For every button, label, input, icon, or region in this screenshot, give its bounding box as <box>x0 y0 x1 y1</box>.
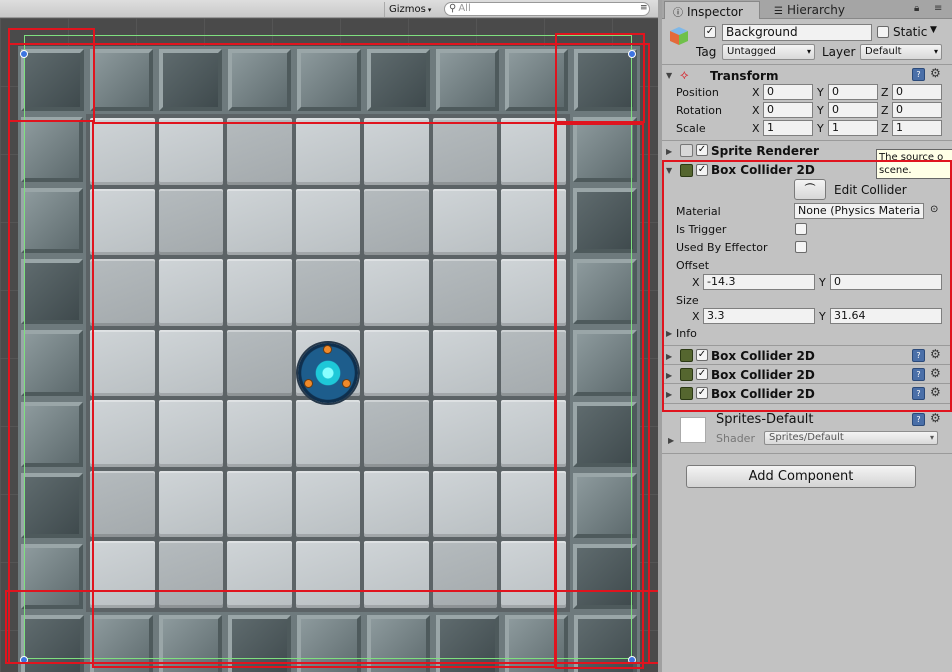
axis-z-label: Z <box>881 122 889 135</box>
static-checkbox[interactable] <box>877 26 889 38</box>
rotation-z-field[interactable]: 0 <box>892 102 942 118</box>
sprite-renderer-checkbox[interactable]: ✓ <box>696 144 708 156</box>
axis-y-label: Y <box>817 86 824 99</box>
dropdown-arrow-icon: ▾ <box>806 47 811 56</box>
shader-label: Shader <box>716 432 755 445</box>
position-z-field[interactable]: 0 <box>892 84 942 100</box>
shader-value: Sprites/Default <box>769 432 844 443</box>
shader-dropdown[interactable]: Sprites/Default ▾ <box>764 431 938 445</box>
fold-arrow-icon[interactable]: ▶ <box>666 147 672 156</box>
divider <box>662 140 952 141</box>
scale-z-field[interactable]: 1 <box>892 120 942 136</box>
tab-bar: ⓘ Inspector ☰ Hierarchy 🔒︎ ≡ <box>662 0 952 19</box>
scale-label: Scale <box>676 122 706 135</box>
gear-icon[interactable]: ⚙ <box>930 411 941 425</box>
divider <box>662 453 952 454</box>
rotation-x-field[interactable]: 0 <box>763 102 813 118</box>
annotation-top-right-rect <box>555 33 645 123</box>
axis-z-label: Z <box>881 104 889 117</box>
axis-y-label: Y <box>817 122 824 135</box>
search-icon: ⚲ <box>449 3 457 14</box>
scene-search-input[interactable]: ⚲ All <box>444 2 650 16</box>
material-preview <box>680 417 706 443</box>
sprite-renderer-title: Sprite Renderer <box>711 144 819 158</box>
position-x-field[interactable]: 0 <box>763 84 813 100</box>
annotation-top-left-rect <box>8 28 95 122</box>
help-icon[interactable]: ? <box>912 413 925 426</box>
panel-menu-icon[interactable]: ≡ <box>640 3 648 13</box>
annotation-bottom-rect <box>5 590 658 664</box>
axis-x-label: X <box>752 86 760 99</box>
dropdown-arrow-icon: ▾ <box>929 433 934 442</box>
axis-x-label: X <box>752 122 760 135</box>
rotation-label: Rotation <box>676 104 723 117</box>
layer-dropdown[interactable]: Default ▾ <box>860 44 942 60</box>
tag-dropdown[interactable]: Untagged ▾ <box>722 44 815 60</box>
add-component-button[interactable]: Add Component <box>686 465 916 488</box>
annotation-inner-rect <box>92 122 556 668</box>
dropdown-arrow-icon: ▾ <box>933 47 938 56</box>
layer-value: Default <box>865 46 902 57</box>
annotation-right-rect <box>555 123 644 669</box>
gameobject-cube-icon <box>670 27 688 45</box>
layer-label: Layer <box>822 45 856 59</box>
axis-z-label: Z <box>881 86 889 99</box>
hierarchy-icon: ☰ <box>774 6 783 17</box>
scene-toolbar: Gizmos ▾ ⚲ All ≡ <box>0 0 658 18</box>
tab-label: Inspector <box>687 5 743 19</box>
divider <box>662 64 952 65</box>
rotation-y-field[interactable]: 0 <box>828 102 878 118</box>
tab-inspector[interactable]: ⓘ Inspector <box>664 1 760 19</box>
active-checkbox[interactable]: ✓ <box>704 26 716 38</box>
search-placeholder: All <box>458 3 471 14</box>
dropdown-arrow-icon: ▾ <box>427 6 432 14</box>
help-icon[interactable]: ? <box>912 68 925 81</box>
axis-x-label: X <box>752 104 760 117</box>
gizmos-dropdown[interactable]: Gizmos ▾ <box>384 2 435 17</box>
transform-icon: ⟡ <box>680 68 689 83</box>
gear-icon[interactable]: ⚙ <box>930 66 941 80</box>
material-name: Sprites-Default <box>716 412 814 427</box>
position-label: Position <box>676 86 719 99</box>
static-label: Static <box>893 25 928 39</box>
transform-title: Transform <box>710 69 779 83</box>
inspector-panel: ⓘ Inspector ☰ Hierarchy 🔒︎ ≡ ✓ Background … <box>662 0 952 672</box>
scene-view[interactable]: Gizmos ▾ ⚲ All ≡ <box>0 0 658 672</box>
position-y-field[interactable]: 0 <box>828 84 878 100</box>
info-icon: ⓘ <box>673 8 683 19</box>
fold-arrow-icon[interactable]: ▶ <box>668 436 674 445</box>
lock-icon[interactable]: 🔒︎ <box>914 3 919 14</box>
gizmos-label: Gizmos <box>389 4 426 15</box>
panel-menu-icon[interactable]: ≡ <box>934 3 942 14</box>
static-dropdown-icon[interactable]: ▼ <box>930 25 937 35</box>
tag-label: Tag <box>696 45 717 59</box>
scale-y-field[interactable]: 1 <box>828 120 878 136</box>
sprite-renderer-icon <box>680 144 693 157</box>
object-name-field[interactable]: Background <box>722 24 872 41</box>
tag-value: Untagged <box>727 46 776 57</box>
tab-label: Hierarchy <box>786 3 845 17</box>
annotation-inspector-rect <box>662 160 952 412</box>
fold-arrow-icon[interactable]: ▼ <box>666 71 672 80</box>
scale-x-field[interactable]: 1 <box>763 120 813 136</box>
tab-hierarchy[interactable]: ☰ Hierarchy <box>766 1 876 19</box>
axis-y-label: Y <box>817 104 824 117</box>
